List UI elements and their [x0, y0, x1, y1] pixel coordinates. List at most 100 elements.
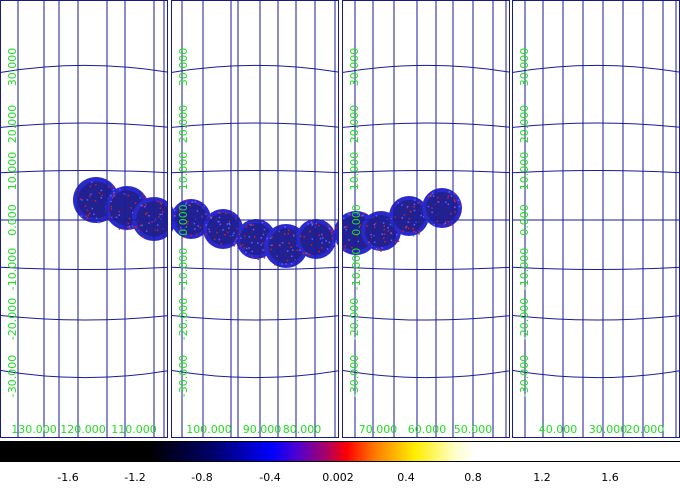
latitude-label: -20.000	[177, 298, 190, 340]
noise-pixel	[331, 229, 334, 231]
noise-pixel	[329, 228, 331, 230]
noise-pixel	[228, 227, 230, 229]
noise-pixel	[173, 215, 176, 217]
colorbar-labels: -1.6 -1.2 -0.8 -0.4 0.002 0.4 0.8 1.2 1.…	[0, 464, 680, 488]
parallel-line	[513, 122, 679, 128]
noise-pixel	[129, 227, 131, 230]
noise-pixel	[261, 221, 264, 224]
noise-pixel	[90, 193, 92, 196]
noise-pixel	[460, 203, 462, 205]
noise-pixel	[245, 226, 248, 228]
latitude-label: 0.000	[177, 204, 190, 236]
noise-pixel	[89, 185, 92, 188]
colorbar[interactable]	[0, 441, 680, 462]
noise-pixel	[390, 232, 393, 235]
noise-pixel	[412, 228, 414, 230]
noise-pixel	[327, 224, 330, 227]
noise-pixel	[85, 215, 88, 218]
latitude-label: -30.000	[518, 355, 531, 397]
parallel-line	[1, 315, 167, 321]
noise-pixel	[443, 223, 445, 226]
noise-pixel	[287, 232, 290, 235]
noise-pixel	[436, 220, 438, 223]
noise-pixel	[159, 207, 162, 209]
noise-pixel	[210, 217, 212, 219]
noise-pixel	[159, 202, 162, 204]
noise-pixel	[145, 230, 148, 232]
noise-pixel	[271, 236, 273, 238]
noise-pixel	[321, 247, 323, 249]
noise-pixel	[286, 259, 289, 262]
noise-pixel	[195, 233, 198, 236]
image-viewer[interactable]: -30.000 -20.000 -10.000 0.000 10.000 20.000 30…	[0, 0, 680, 440]
noise-pixel	[226, 223, 229, 225]
latitude-label: 20.000	[348, 105, 361, 144]
noise-pixel	[373, 223, 376, 226]
colorbar-tick: -0.4	[259, 471, 281, 484]
noise-pixel	[127, 226, 129, 229]
latitude-label: 20.000	[177, 105, 190, 144]
panel-1-canvas: -30.000 -20.000 -10.000 0.000 10.000 20.000 30…	[1, 1, 167, 437]
noise-pixel	[240, 237, 242, 239]
noise-pixel	[285, 263, 287, 265]
noise-pixel	[205, 233, 207, 235]
parallel-line	[172, 315, 338, 321]
noise-pixel	[397, 201, 399, 204]
noise-pixel	[319, 237, 322, 240]
noise-pixel	[156, 224, 159, 226]
noise-pixel	[270, 248, 272, 251]
map-panel-2[interactable]: -30.000 -20.000 -10.000 0.000 10.000 20.000 30…	[171, 0, 339, 438]
noise-pixel	[293, 234, 295, 237]
noise-pixel	[412, 235, 415, 237]
noise-pixel	[408, 218, 411, 220]
noise-pixel	[110, 205, 113, 208]
longitude-label: 80.000	[283, 423, 322, 436]
latitude-label: 10.000	[348, 152, 361, 191]
noise-pixel	[97, 221, 100, 224]
parallel-line	[343, 64, 509, 73]
noise-pixel	[148, 214, 150, 217]
map-panel-3[interactable]: -30.000 -20.000 -10.000 0.000 10.000 20.000 30…	[342, 0, 510, 438]
noise-pixel	[450, 224, 453, 226]
latitude-label: -20.000	[348, 298, 361, 340]
noise-pixel	[243, 247, 246, 249]
noise-pixel	[233, 245, 236, 247]
noise-pixel	[194, 228, 196, 230]
latitude-label: 30.000	[6, 48, 19, 87]
longitude-label: 90.000	[243, 423, 282, 436]
noise-pixel	[185, 202, 188, 204]
noise-pixel	[159, 213, 161, 216]
noise-pixel	[218, 238, 221, 241]
map-panel-4[interactable]: -30.000 -20.000 -10.000 0.000 10.000 20.000 30…	[512, 0, 680, 438]
map-panel-1[interactable]: -30.000 -20.000 -10.000 0.000 10.000 20.000 30…	[0, 0, 168, 438]
noise-pixel	[406, 205, 409, 208]
parallel-line	[513, 315, 679, 321]
latitude-label: 20.000	[518, 105, 531, 144]
longitude-label: 40.000	[539, 423, 578, 436]
noise-pixel	[322, 237, 324, 239]
noise-pixel	[284, 233, 286, 235]
colorbar-tick: -1.6	[57, 471, 79, 484]
noise-pixel	[225, 212, 227, 215]
noise-pixel	[343, 248, 346, 251]
noise-pixel	[243, 235, 246, 237]
noise-pixel	[137, 229, 140, 232]
noise-pixel	[431, 192, 434, 194]
noise-pixel	[93, 213, 95, 216]
noise-pixel	[309, 230, 311, 233]
noise-pixel	[328, 241, 331, 244]
latitude-label: 10.000	[6, 152, 19, 191]
noise-pixel	[296, 249, 299, 252]
latitude-label: -10.000	[6, 248, 19, 290]
noise-pixel	[113, 194, 115, 197]
noise-pixel	[382, 237, 385, 240]
noise-pixel	[299, 249, 301, 252]
parallel-line	[513, 266, 679, 271]
noise-pixel	[245, 251, 247, 254]
noise-pixel	[94, 200, 97, 202]
panel-3-canvas: -30.000 -20.000 -10.000 0.000 10.000 20.000 30…	[343, 1, 509, 437]
noise-pixel	[331, 237, 333, 240]
colorbar-tick: 1.6	[601, 471, 619, 484]
noise-pixel	[370, 236, 373, 238]
noise-pixel	[158, 216, 160, 218]
